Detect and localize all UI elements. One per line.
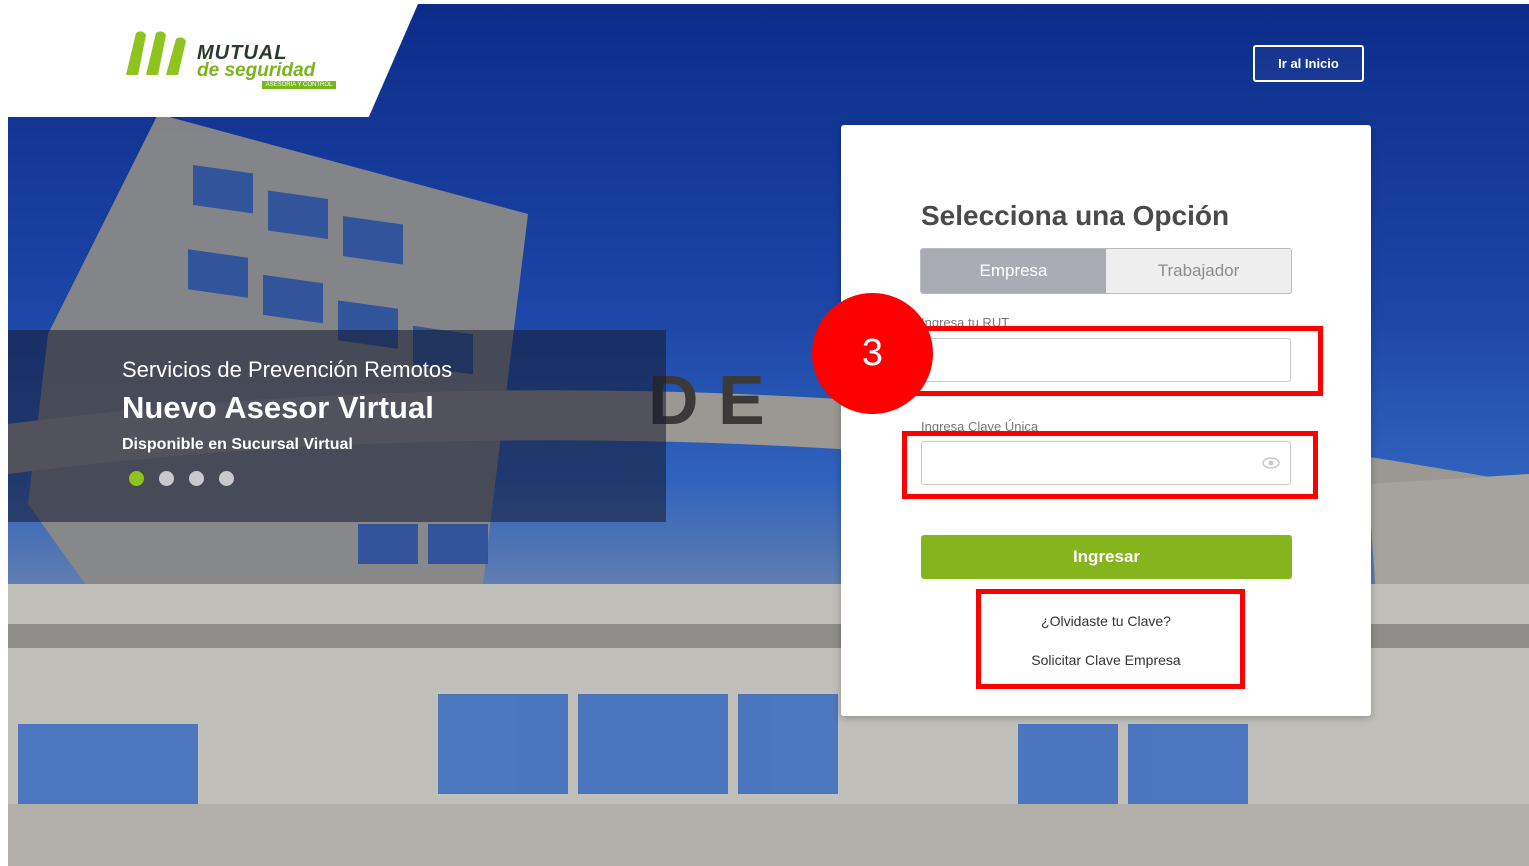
promo-subtitle: Disponible en Sucursal Virtual [122,436,353,453]
promo-carousel: Servicios de Prevención Remotos Nuevo As… [8,330,666,522]
carousel-dot-2[interactable] [159,471,174,486]
user-type-tabs: Empresa Trabajador [920,248,1292,294]
carousel-dot-4[interactable] [219,471,234,486]
logo-icon[interactable] [122,29,196,82]
logo-tagline: ASESORÍA Y CONTROL [262,81,336,89]
highlight-links [976,589,1245,689]
carousel-dot-3[interactable] [189,471,204,486]
go-home-button[interactable]: Ir al Inicio [1253,45,1364,82]
carousel-dot-1[interactable] [129,471,144,486]
promo-headline: Nuevo Asesor Virtual [122,390,434,425]
step-number-badge: 3 [812,293,933,414]
login-submit-button[interactable]: Ingresar [921,535,1292,579]
promo-kicker: Servicios de Prevención Remotos [122,357,453,382]
tab-trabajador[interactable]: Trabajador [1106,249,1291,293]
tab-empresa[interactable]: Empresa [921,249,1106,293]
carousel-dots [129,471,234,486]
highlight-rut [902,326,1323,396]
logo-text-seguridad: de seguridad [197,60,316,81]
highlight-password [902,431,1318,499]
login-title: Selecciona una Opción [921,200,1230,231]
